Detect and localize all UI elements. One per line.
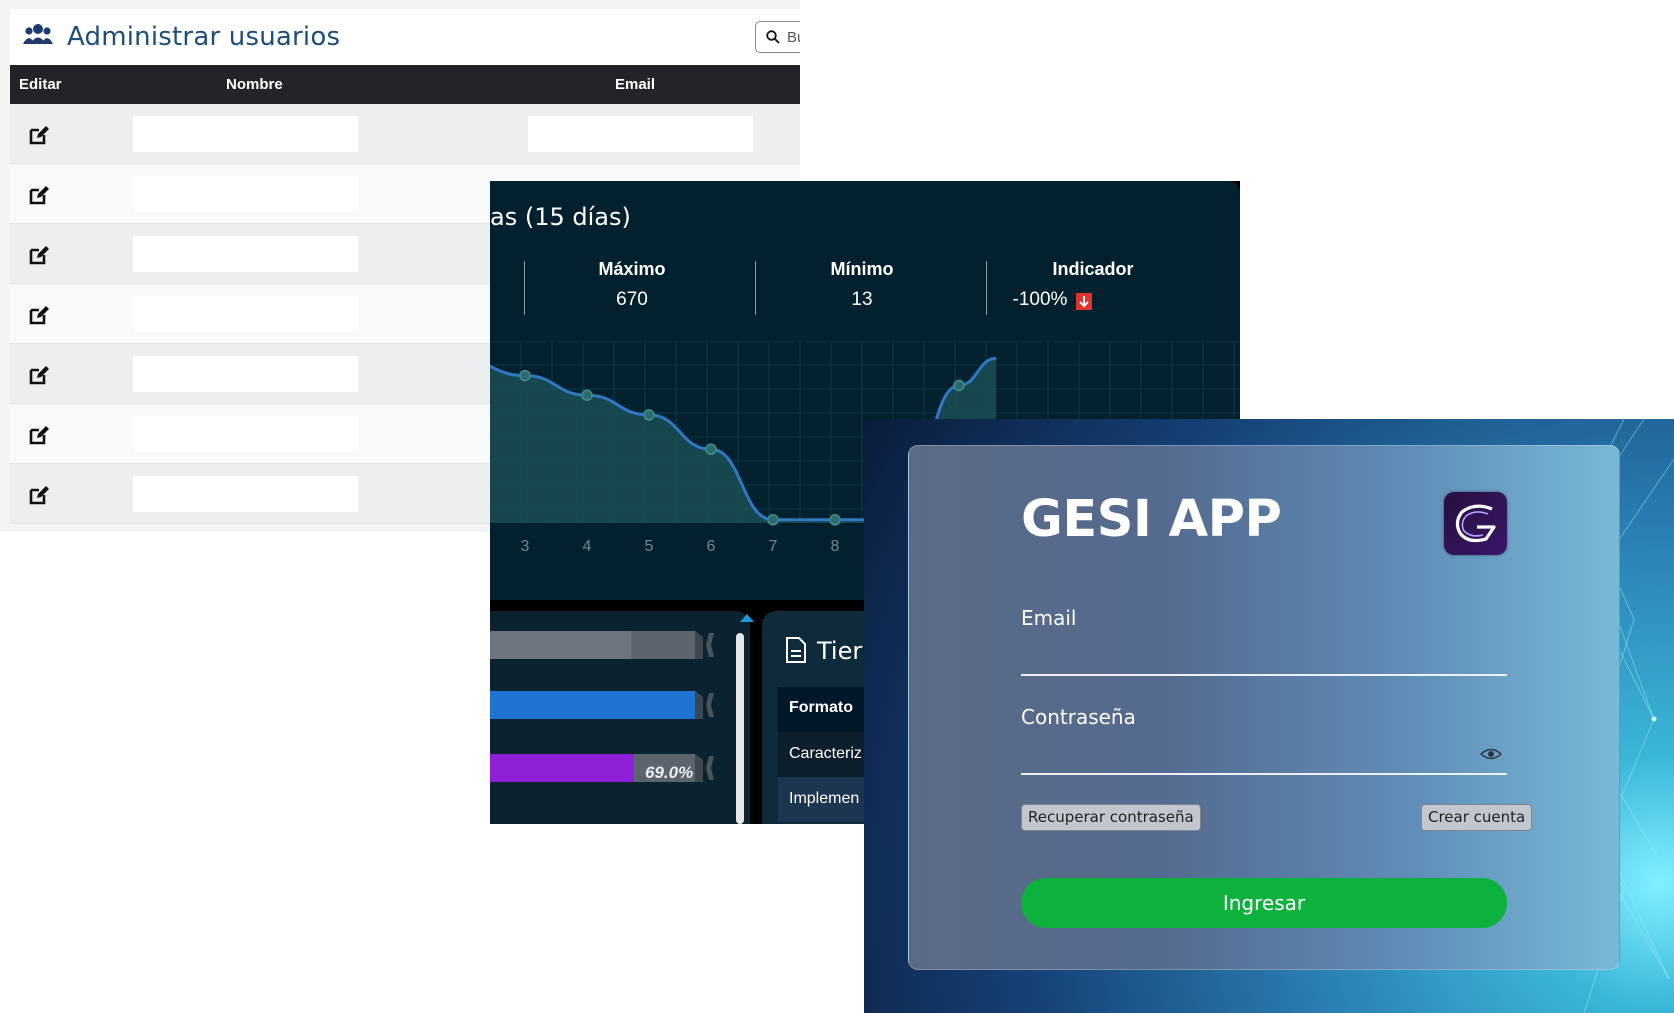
data-point[interactable] <box>643 409 655 421</box>
stat-indicator-value: -100% <box>1012 289 1068 310</box>
email-field[interactable] <box>1021 674 1507 676</box>
progress-bars-card <box>490 611 750 824</box>
x-tick-label: 3 <box>521 538 530 555</box>
scroll-up-arrow[interactable] <box>740 614 754 622</box>
data-point[interactable] <box>953 379 965 392</box>
scrollbar[interactable] <box>736 633 744 824</box>
progress-notch <box>706 756 714 780</box>
data-point[interactable] <box>581 389 593 401</box>
progress-notch <box>706 633 714 657</box>
data-point[interactable] <box>829 514 841 526</box>
data-point[interactable] <box>767 514 779 526</box>
table-header: Editar Nombre Email <box>10 65 800 104</box>
x-tick-label: 7 <box>769 538 778 555</box>
edit-icon[interactable] <box>28 424 50 446</box>
column-header-email: Email <box>615 76 656 93</box>
name-cell <box>133 296 358 332</box>
search-input[interactable]: Bus <box>755 21 800 53</box>
x-tick-label: 6 <box>707 538 716 555</box>
stat-indicator-label: Indicador <box>1052 259 1134 279</box>
x-tick-label: 8 <box>831 538 840 555</box>
progress-fill <box>490 691 695 719</box>
tier-title: Tier <box>817 637 863 665</box>
column-header-name: Nombre <box>226 76 283 93</box>
edit-icon[interactable] <box>28 304 50 326</box>
x-tick-label: 5 <box>645 538 654 555</box>
name-cell <box>133 116 358 152</box>
arrow-down-icon <box>1076 293 1092 310</box>
stat-divider <box>755 261 756 315</box>
edit-icon[interactable] <box>28 484 50 506</box>
login-submit-button[interactable]: Ingresar <box>1021 878 1507 928</box>
stat-max-value: 670 <box>616 289 648 310</box>
edit-icon[interactable] <box>28 184 50 206</box>
column-header-format: Formato <box>789 699 853 716</box>
stat-min-label: Mínimo <box>830 259 894 279</box>
column-header-edit: Editar <box>19 76 62 93</box>
progress-cap <box>695 754 703 782</box>
users-header: Administrar usuarios Bus <box>10 9 800 65</box>
bar-group <box>490 631 714 782</box>
gesi-logo-icon <box>1455 504 1496 543</box>
app-title: GESI APP <box>1021 490 1282 549</box>
name-cell <box>133 236 358 272</box>
search-icon <box>766 30 780 44</box>
users-group-icon <box>23 24 53 44</box>
progress-percent-label: 69.0% <box>645 763 694 782</box>
create-account-button[interactable]: Crear cuenta <box>1421 804 1533 831</box>
document-icon <box>786 637 806 663</box>
stat-min-value: 13 <box>851 289 873 310</box>
edit-icon[interactable] <box>28 364 50 386</box>
x-tick-label: 4 <box>583 538 592 555</box>
progress-cap <box>695 691 703 719</box>
name-cell <box>133 356 358 392</box>
name-cell <box>133 176 358 212</box>
email-cell <box>528 116 753 152</box>
data-point[interactable] <box>519 369 531 382</box>
password-label: Contraseña <box>1021 705 1136 729</box>
chart-title: as (15 días) <box>490 203 631 231</box>
login-card: GESI APP Email Contraseña Recuperar cont… <box>908 445 1620 970</box>
stat-max-label: Máximo <box>598 259 666 279</box>
edit-icon[interactable] <box>28 124 50 146</box>
name-cell <box>133 476 358 512</box>
data-point[interactable] <box>705 443 717 456</box>
progress-fill <box>490 631 632 659</box>
recover-password-button[interactable]: Recuperar contraseña <box>1021 804 1201 831</box>
eye-icon[interactable] <box>1480 747 1502 761</box>
stat-divider <box>524 261 525 315</box>
password-field[interactable] <box>1021 773 1507 775</box>
progress-cap <box>695 631 703 659</box>
app-logo <box>1444 492 1507 555</box>
table-row[interactable] <box>10 104 800 164</box>
page-title: Administrar usuarios <box>67 22 341 52</box>
email-label: Email <box>1021 606 1077 630</box>
table-cell: Implemen <box>789 790 860 807</box>
name-cell <box>133 416 358 452</box>
progress-fill <box>490 754 634 782</box>
progress-notch <box>706 693 714 717</box>
search-placeholder: Bus <box>787 29 800 46</box>
edit-icon[interactable] <box>28 244 50 266</box>
login-panel: GESI APP Email Contraseña Recuperar cont… <box>864 419 1674 1013</box>
table-cell: Caracteriz <box>789 745 862 762</box>
